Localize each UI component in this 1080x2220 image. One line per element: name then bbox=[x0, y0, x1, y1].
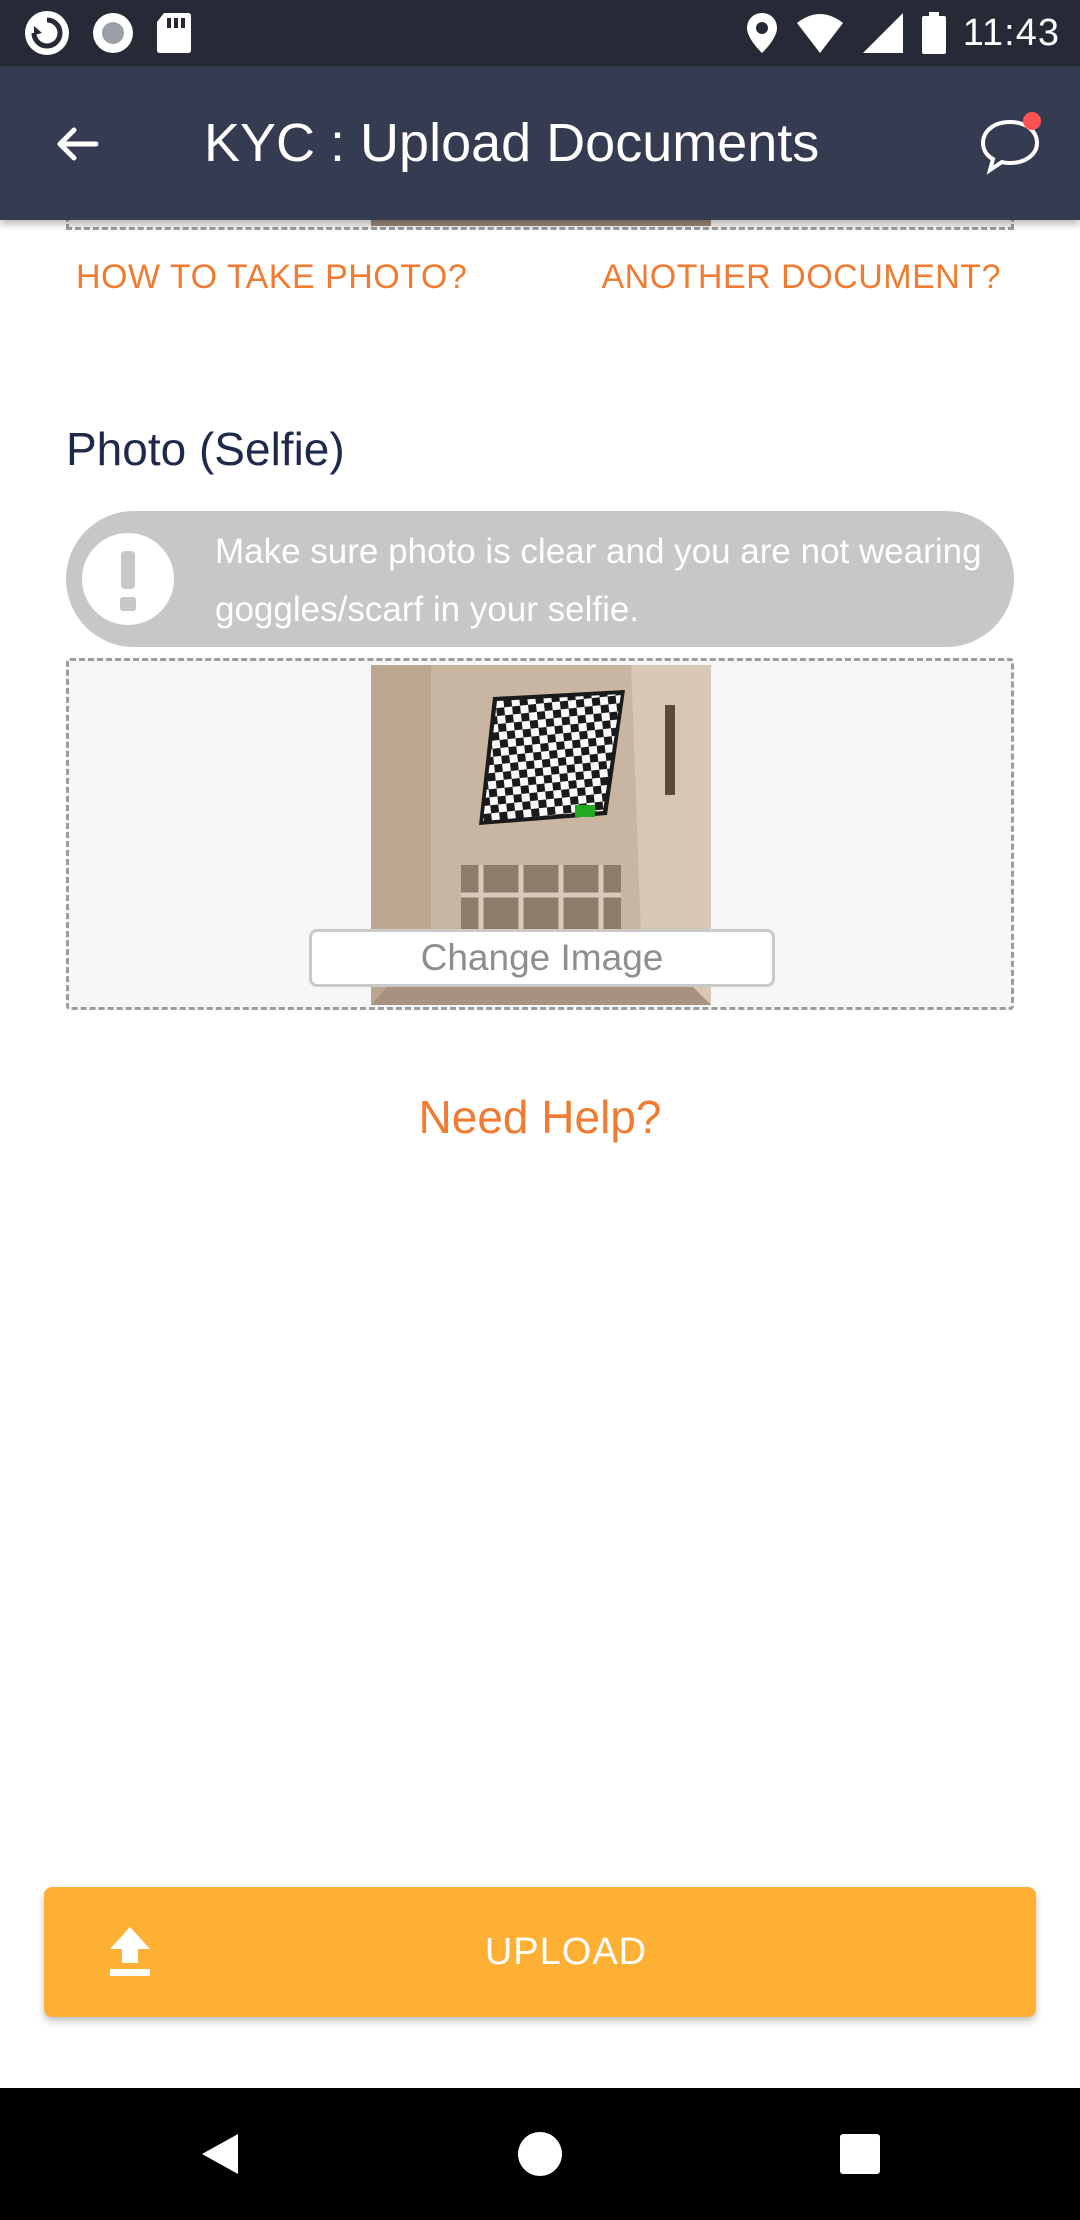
clock: 11:43 bbox=[962, 11, 1060, 54]
chat-button[interactable] bbox=[972, 104, 1052, 184]
exclamation-icon bbox=[82, 533, 174, 625]
triangle-back-icon bbox=[202, 2134, 238, 2174]
selfie-warning-banner: Make sure photo is clear and you are not… bbox=[66, 511, 1014, 647]
sd-card-icon bbox=[157, 13, 191, 53]
change-image-button[interactable]: Change Image bbox=[309, 929, 775, 987]
upload-button[interactable]: UPLOAD bbox=[44, 1887, 1036, 2017]
location-icon bbox=[746, 13, 777, 53]
app-bar: KYC : Upload Documents bbox=[0, 66, 1080, 220]
nav-recents-button[interactable] bbox=[820, 2114, 900, 2194]
another-document-link[interactable]: ANOTHER DOCUMENT? bbox=[601, 258, 1001, 297]
selfie-image-box[interactable]: Change Image bbox=[66, 658, 1014, 1010]
navigation-bar bbox=[0, 2088, 1080, 2220]
circle-home-icon bbox=[518, 2132, 562, 2176]
selfie-section-title: Photo (Selfie) bbox=[66, 423, 345, 475]
page-title: KYC : Upload Documents bbox=[204, 113, 820, 173]
record-icon bbox=[93, 13, 133, 53]
signal-icon bbox=[862, 13, 903, 53]
notification-dot bbox=[1023, 112, 1041, 130]
need-help-link[interactable]: Need Help? bbox=[0, 1090, 1080, 1144]
warning-text: Make sure photo is clear and you are not… bbox=[215, 532, 982, 629]
nav-home-button[interactable] bbox=[500, 2114, 580, 2194]
how-to-take-photo-link[interactable]: HOW TO TAKE PHOTO? bbox=[76, 258, 467, 297]
battery-icon bbox=[921, 12, 946, 54]
screen: 11:43 KYC : Upload Documents HOW TO TAKE… bbox=[0, 0, 1080, 2220]
square-recents-icon bbox=[840, 2134, 880, 2174]
sync-icon bbox=[25, 11, 69, 55]
chat-bubble-icon bbox=[980, 112, 1041, 175]
arrow-back-icon bbox=[57, 127, 99, 161]
back-button[interactable] bbox=[36, 104, 116, 184]
nav-back-button[interactable] bbox=[180, 2114, 260, 2194]
status-bar: 11:43 bbox=[0, 0, 1080, 66]
wifi-icon bbox=[796, 14, 843, 53]
upload-button-label: UPLOAD bbox=[484, 1931, 648, 1973]
